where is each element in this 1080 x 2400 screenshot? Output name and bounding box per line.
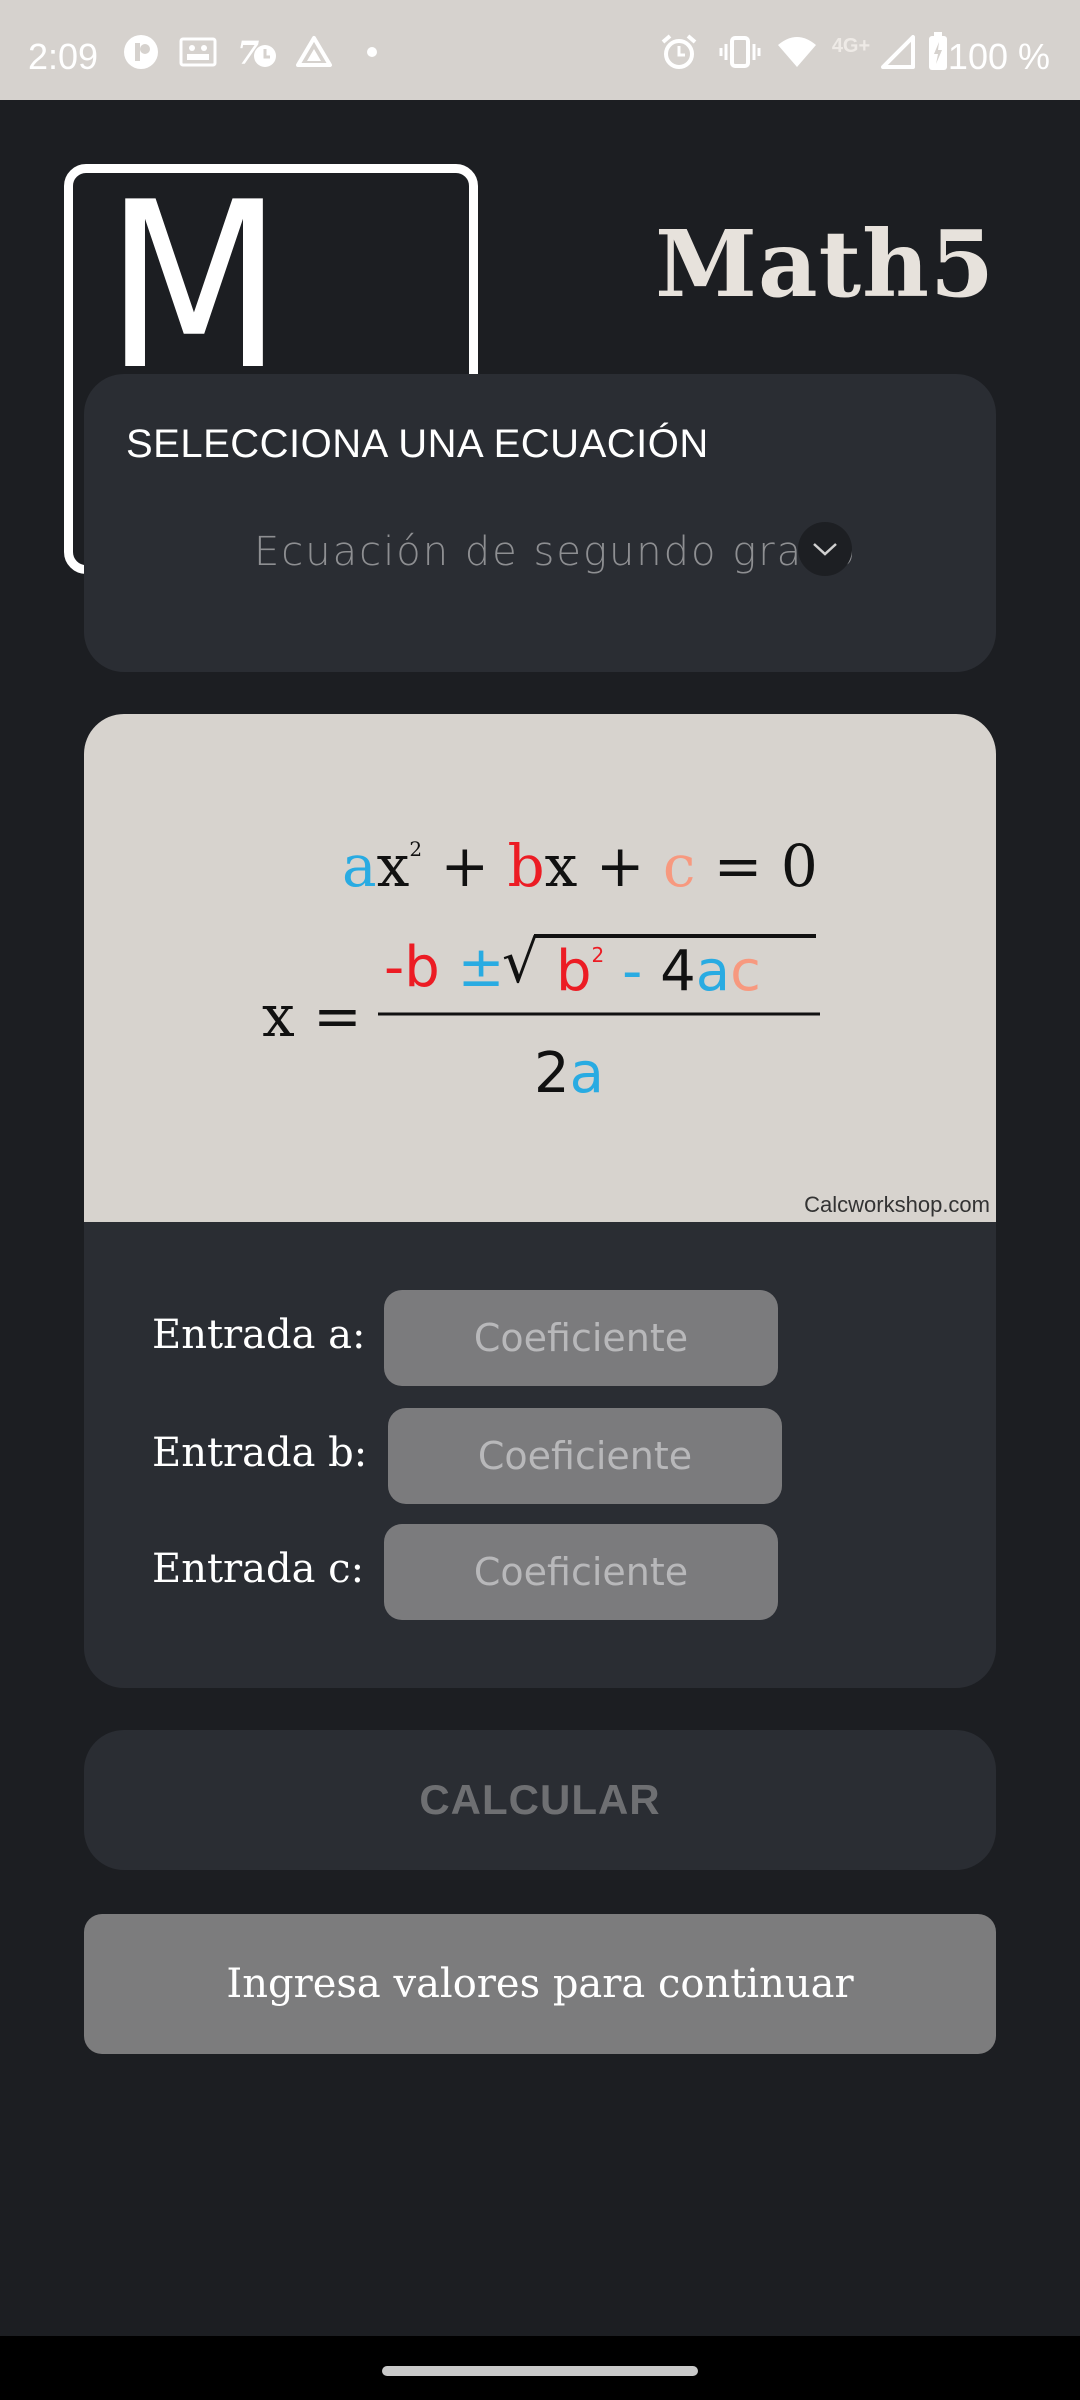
formula-credit: Calcworkshop.com — [804, 1192, 990, 1217]
alarm-icon — [658, 32, 700, 72]
equation-dropdown[interactable]: Ecuación de segundo grado — [254, 529, 857, 575]
coefficient-c-input[interactable] — [384, 1524, 778, 1620]
formula-image: ax2 + bx + c = 0 x = -b ± √ b2 - 4ac 2a … — [84, 714, 996, 1222]
signal-icon — [878, 32, 916, 72]
select-heading: SELECCIONA UNA ECUACIÓN — [126, 422, 709, 466]
label-c: Entrada c: — [152, 1546, 365, 1592]
drive-icon — [294, 32, 334, 72]
coefficient-a-input[interactable] — [384, 1290, 778, 1386]
input-row-b: Entrada b: — [84, 1408, 996, 1504]
svg-text:ax2 + bx + c = 0: ax2 + bx + c = 0 — [342, 832, 818, 900]
lock-app-icon: 7 — [236, 32, 280, 72]
svg-text:M: M — [105, 176, 283, 376]
app-title: Math5 — [655, 210, 995, 318]
dot-icon — [362, 32, 382, 72]
battery-level: 100 % — [947, 36, 1050, 77]
chevron-down-icon[interactable] — [798, 522, 852, 576]
equation-select-card: SELECCIONA UNA ECUACIÓN Ecuación de segu… — [84, 374, 996, 672]
gallery-icon — [178, 32, 218, 72]
home-gesture-handle[interactable] — [382, 2366, 698, 2376]
logo-letter-m: M — [105, 176, 283, 376]
svg-text:x =: x = — [262, 982, 362, 1050]
status-time: 2:09 — [28, 36, 99, 77]
battery-charging-icon — [926, 32, 950, 72]
label-b: Entrada b: — [152, 1430, 368, 1476]
result-message: Ingresa valores para continuar — [84, 1914, 996, 2054]
input-row-a: Entrada a: — [84, 1290, 996, 1386]
vibrate-icon — [718, 32, 762, 72]
status-bar: 2:09 7 4G+ 100 % — [0, 0, 1080, 100]
input-row-c: Entrada c: — [84, 1524, 996, 1620]
svg-text:-b ±: -b ± — [384, 935, 504, 1000]
svg-text:2a: 2a — [534, 1041, 604, 1106]
calculate-button[interactable]: CALCULAR — [84, 1730, 996, 1870]
label-a: Entrada a: — [152, 1312, 366, 1358]
network-type: 4G+ — [831, 34, 871, 57]
coefficients-card: Entrada a: Entrada b: Entrada c: — [84, 1222, 996, 1688]
svg-text:b2 - 4ac: b2 - 4ac — [556, 939, 761, 1004]
coefficient-b-input[interactable] — [388, 1408, 782, 1504]
quadratic-formula: ax2 + bx + c = 0 x = -b ± √ b2 - 4ac 2a — [262, 832, 820, 1106]
svg-text:√: √ — [502, 928, 539, 996]
wifi-icon — [776, 32, 818, 72]
app-icon-p — [122, 32, 160, 72]
